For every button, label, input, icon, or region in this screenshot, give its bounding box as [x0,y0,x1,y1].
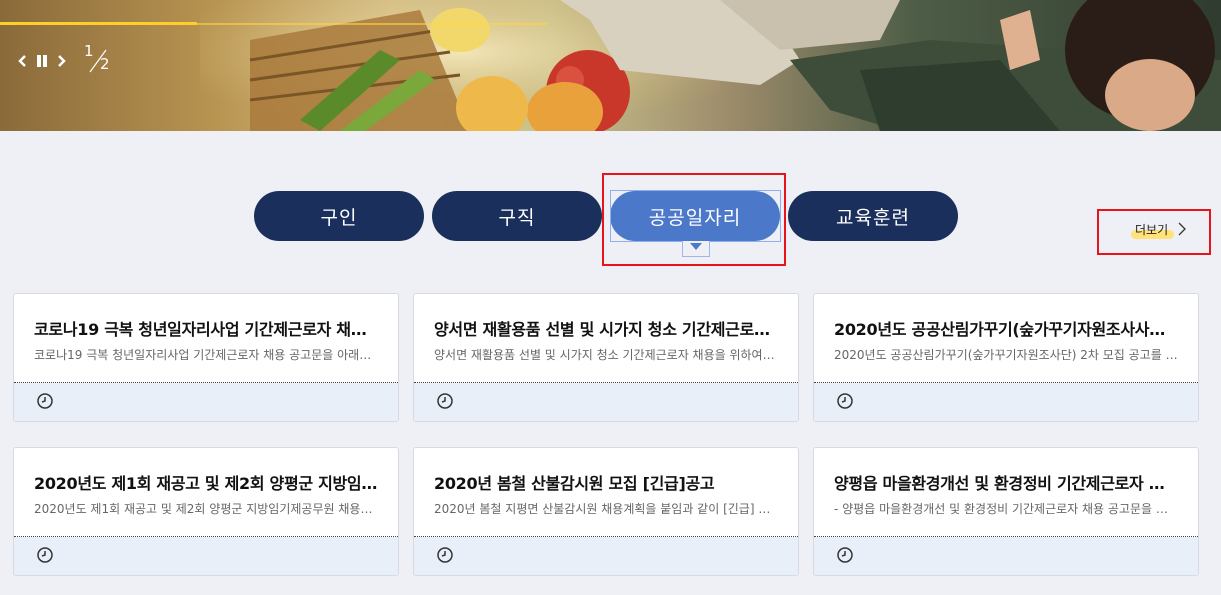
category-tabs: 구인 구직 공공일자리 교육훈련 [254,191,958,241]
card-title[interactable]: 2020년도 공공산림가꾸기(숲가꾸기자원조사사단) 2차 모집 공고 [834,316,1178,340]
card-description: 양서면 재활용품 선별 및 시가지 청소 기간제근로자 채용을 위하여 다음과 … [434,348,778,362]
card-body: 2020년 봄철 산불감시원 모집 [긴급]공고 2020년 봄철 지평면 산불… [414,448,798,537]
card-description: - 양평읍 마을환경개선 및 환경정비 기간제근로자 채용 공고문을 아래와 같… [834,502,1178,516]
job-card[interactable]: 양서면 재활용품 선별 및 시가지 청소 기간제근로자 채용 공고 양서면 재활… [413,293,799,422]
tab-public-jobs[interactable]: 공공일자리 [610,191,780,241]
clock-icon [837,393,853,409]
clock-icon [37,393,53,409]
card-description: 2020년도 공공산림가꾸기(숲가꾸기자원조사단) 2차 모집 공고를 다음과 … [834,348,1178,362]
tab-job-seeking[interactable]: 구직 [432,191,602,241]
card-title[interactable]: 2020년도 제1회 재공고 및 제2회 양평군 지방임기제공무원 채용 [34,470,378,494]
card-footer [814,383,1198,421]
card-body: 2020년도 제1회 재공고 및 제2회 양평군 지방임기제공무원 채용 202… [14,448,398,537]
card-title[interactable]: 2020년 봄철 산불감시원 모집 [긴급]공고 [434,470,778,494]
card-title[interactable]: 코로나19 극복 청년일자리사업 기간제근로자 채용 공고 [34,316,378,340]
job-card[interactable]: 2020년 봄철 산불감시원 모집 [긴급]공고 2020년 봄철 지평면 산불… [413,447,799,576]
clock-icon [37,547,53,563]
card-footer [814,537,1198,575]
job-card-list: 코로나19 극복 청년일자리사업 기간제근로자 채용 공고 코로나19 극복 청… [13,293,1199,576]
card-description: 코로나19 극복 청년일자리사업 기간제근로자 채용 공고문을 아래와 같이 공… [34,348,378,362]
chevron-right-icon [1178,222,1187,236]
job-card[interactable]: 코로나19 극복 청년일자리사업 기간제근로자 채용 공고 코로나19 극복 청… [13,293,399,422]
card-footer [414,383,798,421]
card-body: 2020년도 공공산림가꾸기(숲가꾸기자원조사사단) 2차 모집 공고 2020… [814,294,1198,383]
chevron-right-icon[interactable] [52,51,72,71]
slide-counter: 1 2 [84,42,118,76]
hero-banner: 1 2 [0,0,1221,131]
job-card[interactable]: 양평읍 마을환경개선 및 환경정비 기간제근로자 채용 공고 - 양평읍 마을환… [813,447,1199,576]
pause-icon[interactable] [32,51,52,71]
more-label: 더보기 [1131,221,1175,239]
job-card[interactable]: 2020년도 공공산림가꾸기(숲가꾸기자원조사사단) 2차 모집 공고 2020… [813,293,1199,422]
active-tab-pointer [682,241,710,257]
clock-icon [437,393,453,409]
card-body: 코로나19 극복 청년일자리사업 기간제근로자 채용 공고 코로나19 극복 청… [14,294,398,383]
card-title[interactable]: 양평읍 마을환경개선 및 환경정비 기간제근로자 채용 공고 [834,470,1178,494]
job-card[interactable]: 2020년도 제1회 재공고 및 제2회 양평군 지방임기제공무원 채용 202… [13,447,399,576]
slide-progress-fill [0,22,197,25]
slide-total: 2 [100,55,110,73]
more-link[interactable]: 더보기 [1131,219,1187,239]
clock-icon [437,547,453,563]
card-description: 2020년도 제1회 재공고 및 제2회 양평군 지방임기제공무원 채용시험 계… [34,502,378,516]
card-title[interactable]: 양서면 재활용품 선별 및 시가지 청소 기간제근로자 채용 공고 [434,316,778,340]
tab-job-offer[interactable]: 구인 [254,191,424,241]
card-footer [14,537,398,575]
banner-image [200,0,1221,131]
tab-education-training[interactable]: 교육훈련 [788,191,958,241]
chevron-left-icon[interactable] [12,51,32,71]
card-body: 양평읍 마을환경개선 및 환경정비 기간제근로자 채용 공고 - 양평읍 마을환… [814,448,1198,537]
slide-controls: 1 2 [12,42,118,73]
card-description: 2020년 봄철 지평면 산불감시원 채용계획을 붙임과 같이 [긴급] 공고합… [434,502,778,516]
card-body: 양서면 재활용품 선별 및 시가지 청소 기간제근로자 채용 공고 양서면 재활… [414,294,798,383]
clock-icon [837,547,853,563]
card-footer [414,537,798,575]
slide-progress-track [0,22,547,25]
card-footer [14,383,398,421]
